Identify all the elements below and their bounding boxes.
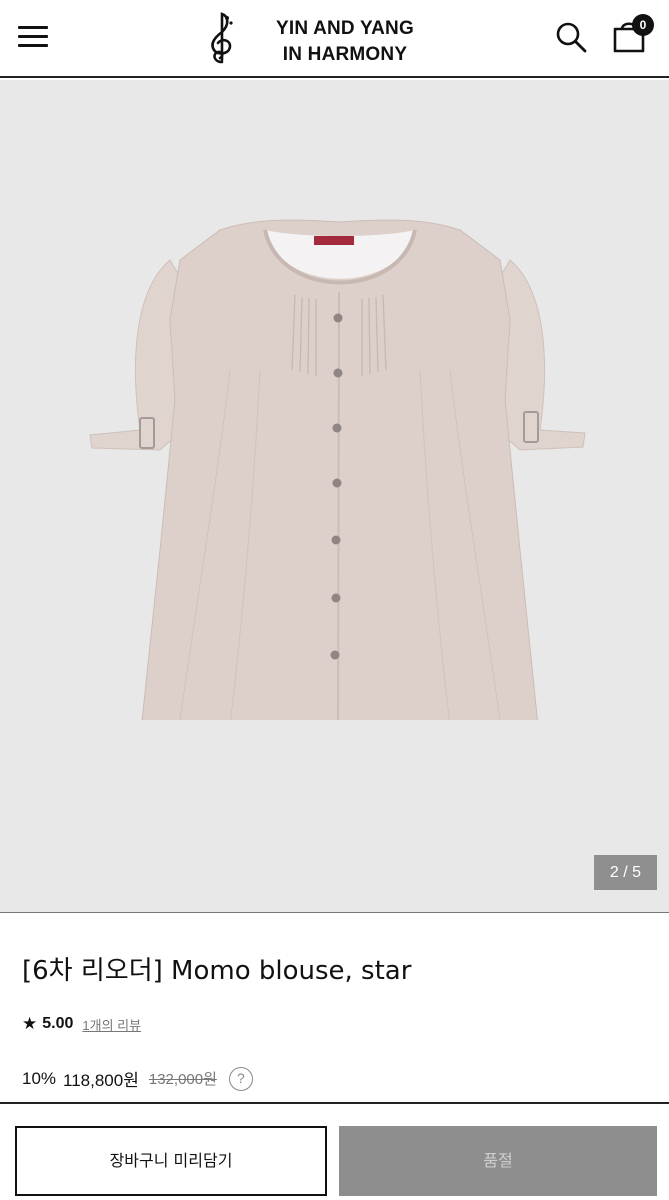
help-circle-icon[interactable]: ? [228, 1066, 253, 1091]
product-title: [6차 리오더] Momo blouse, star [22, 956, 412, 986]
sold-out-button[interactable]: 품절 [339, 1126, 657, 1196]
treble-clef-logo-icon [211, 12, 233, 64]
cart-button[interactable]: 0 [611, 14, 654, 56]
top-header: YIN AND YANG IN HARMONY 0 [0, 0, 669, 78]
discount-rate: 10% [22, 1068, 57, 1088]
hamburger-menu-icon[interactable] [18, 22, 50, 52]
brand-name: YIN AND YANG IN HARMONY [260, 16, 430, 68]
rating-score: 5.00 [42, 1015, 74, 1032]
brand-line-1: YIN AND YANG [276, 18, 414, 39]
sale-price: 118,800원 [63, 1071, 139, 1090]
original-price: 132,000원 [148, 1071, 217, 1088]
product-image-gallery[interactable]: 2 / 5 [0, 80, 669, 913]
brand-line-2: IN HARMONY [282, 44, 408, 65]
brand-logo[interactable]: YIN AND YANG IN HARMONY [200, 10, 460, 66]
star-icon: ★ [22, 1014, 38, 1033]
gallery-slide-counter: 2 / 5 [594, 855, 657, 890]
product-rating: ★ 5.00 1개의 리뷰 [22, 1014, 141, 1034]
price-row: 10% 118,800원 132,000원 ? [22, 1066, 253, 1091]
add-to-cart-button[interactable]: 장바구니 미리담기 [15, 1126, 327, 1196]
cart-count-badge: 0 [632, 14, 654, 36]
product-image-blouse[interactable] [80, 200, 600, 720]
review-count-link[interactable]: 1개의 리뷰 [82, 1015, 141, 1034]
search-icon[interactable] [554, 20, 588, 54]
